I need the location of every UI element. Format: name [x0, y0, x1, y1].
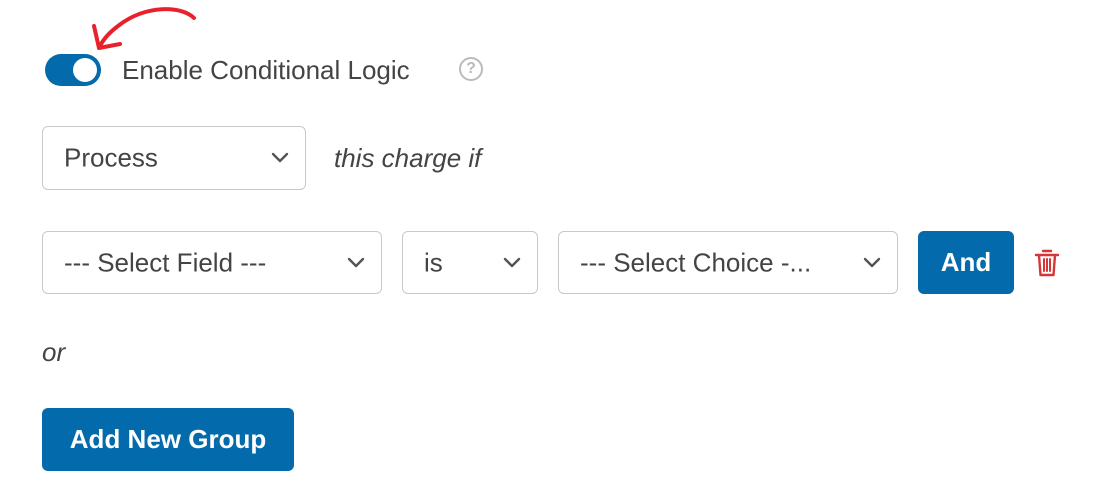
or-text: or: [42, 337, 66, 367]
choice-select[interactable]: --- Select Choice -...: [558, 231, 898, 294]
chevron-down-icon: [271, 152, 289, 163]
field-select-value: --- Select Field ---: [64, 247, 267, 277]
and-button[interactable]: And: [918, 231, 1014, 294]
chevron-down-icon: [863, 257, 881, 267]
choice-select-value: --- Select Choice -...: [580, 247, 812, 277]
question-circle-icon[interactable]: ?: [459, 57, 483, 81]
enable-conditional-logic-toggle[interactable]: [45, 54, 101, 86]
condition-suffix-text: this charge if: [334, 143, 482, 173]
chevron-down-icon: [503, 257, 521, 267]
add-new-group-button[interactable]: Add New Group: [42, 408, 294, 471]
enable-conditional-logic-label[interactable]: Enable Conditional Logic: [122, 55, 410, 85]
toggle-knob: [73, 58, 97, 82]
operator-select[interactable]: is: [402, 231, 538, 294]
action-select[interactable]: Process: [42, 126, 306, 190]
conditional-logic-panel: Enable Conditional Logic ? Process this …: [0, 0, 1116, 486]
chevron-down-icon: [347, 257, 365, 267]
operator-select-value: is: [424, 247, 443, 277]
action-select-value: Process: [64, 142, 158, 173]
field-select[interactable]: --- Select Field ---: [42, 231, 382, 294]
trash-icon[interactable]: [1034, 248, 1060, 278]
